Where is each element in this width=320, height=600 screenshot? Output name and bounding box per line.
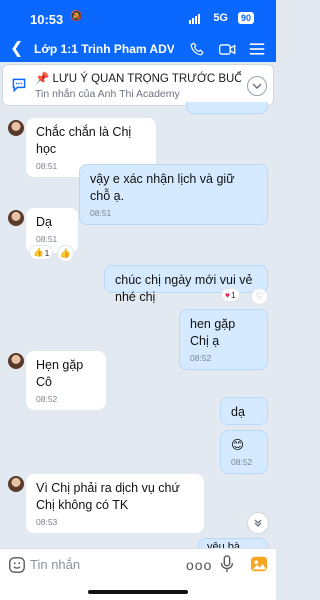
menu-list-icon[interactable]: [248, 40, 266, 58]
scroll-down-button[interactable]: [247, 512, 269, 534]
avatar[interactable]: [8, 353, 24, 369]
thumbs-up-icon[interactable]: 👍: [58, 246, 73, 261]
reaction-count[interactable]: ♥ 1: [222, 289, 239, 301]
network-type: 5G: [213, 12, 228, 24]
message-bubble[interactable]: Vì Chị phải ra dịch vụ chứ Chị không có …: [26, 474, 204, 533]
mute-bell-icon: 🔕: [70, 11, 83, 22]
avatar[interactable]: [8, 120, 24, 136]
phone-call-icon[interactable]: [188, 40, 206, 58]
heart-outline-icon[interactable]: ♡: [252, 289, 267, 304]
pinned-source: Tin nhắn của Anh Thi Academy: [35, 88, 180, 100]
back-arrow-icon[interactable]: ❮: [10, 38, 23, 60]
pinned-title: 📌 LƯU Ý QUAN TRỌNG TRƯỚC BUỔ...: [35, 73, 241, 85]
thumbs-up-icon: 👍: [33, 247, 44, 257]
more-options-icon[interactable]: ooo: [186, 557, 212, 573]
heart-icon: ♥: [225, 290, 231, 300]
chevron-down-icon[interactable]: [247, 76, 267, 96]
home-indicator: [88, 590, 188, 594]
message-bubble[interactable]: hen gặp Chị ạ 08:52: [179, 309, 268, 370]
chat-title[interactable]: Lớp 1:1 Trinh Pham ADV...: [34, 42, 174, 56]
message-bubble[interactable]: chúc chị ngày mới vui vẻ nhé chị: [104, 265, 268, 304]
avatar[interactable]: [8, 476, 24, 492]
message-bubble[interactable]: dạ: [220, 397, 268, 425]
battery-level: 90: [237, 12, 254, 24]
pushpin-icon: 📌: [35, 73, 53, 85]
video-call-icon[interactable]: [218, 40, 236, 58]
clock: 10:53: [30, 12, 64, 27]
pinned-message[interactable]: 📌 LƯU Ý QUAN TRỌNG TRƯỚC BUỔ... Tin nhắn…: [2, 64, 274, 106]
message-input[interactable]: Tin nhắn: [30, 557, 170, 572]
avatar[interactable]: [8, 210, 24, 226]
message-bubble[interactable]: Hẹn gặp Cô 08:52: [26, 351, 106, 410]
chat-bubble-icon: [11, 77, 27, 98]
reaction-count[interactable]: 👍 1: [30, 246, 53, 259]
message-bubble[interactable]: 😊 08:52: [220, 430, 268, 474]
image-gallery-icon[interactable]: [250, 555, 268, 578]
status-bar: 10:53 🔕 5G 90: [0, 0, 276, 38]
message-bubble[interactable]: vậy e xác nhận lịch và giữ chỗ ạ. 08:51: [79, 164, 268, 225]
sticker-icon[interactable]: [8, 556, 26, 579]
microphone-icon[interactable]: [220, 555, 234, 578]
signal-icon: [189, 14, 200, 24]
chat-header: ❮ Lớp 1:1 Trinh Pham ADV...: [0, 38, 276, 62]
message-bubble[interactable]: [186, 102, 268, 114]
